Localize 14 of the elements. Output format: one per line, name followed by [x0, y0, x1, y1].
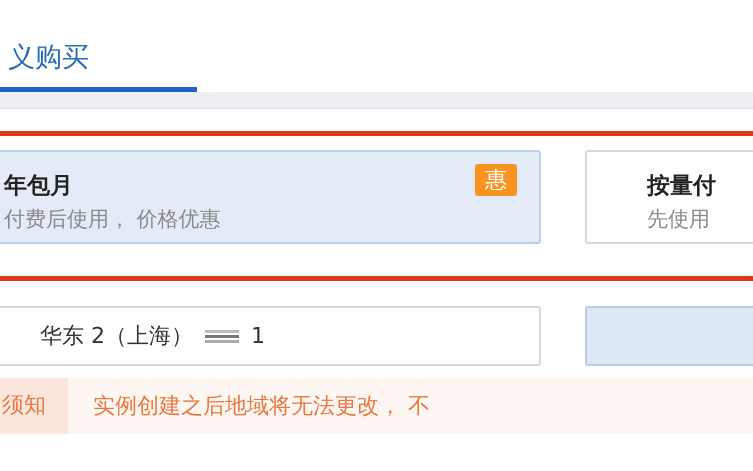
- notice-label: 须知: [0, 378, 68, 434]
- option-description: 付费后使用， 价格优惠: [4, 206, 221, 233]
- redaction-icon: [205, 328, 239, 344]
- region-option[interactable]: [585, 306, 753, 366]
- region-zone: 1: [251, 324, 265, 348]
- billing-option[interactable]: 按量付 先使用: [585, 150, 753, 244]
- option-title: 按量付: [647, 172, 716, 201]
- option-description: 先使用: [647, 206, 710, 233]
- option-title: 年包月: [4, 172, 73, 201]
- region-name: 华东 2（上海）: [40, 323, 193, 351]
- billing-option[interactable]: 年包月 付费后使用， 价格优惠 惠: [0, 150, 541, 244]
- discount-badge: 惠: [475, 164, 517, 196]
- notice-text: 实例创建之后地域将无法更改， 不: [92, 393, 430, 421]
- region-option[interactable]: 华东 2（上海） 1: [0, 306, 541, 366]
